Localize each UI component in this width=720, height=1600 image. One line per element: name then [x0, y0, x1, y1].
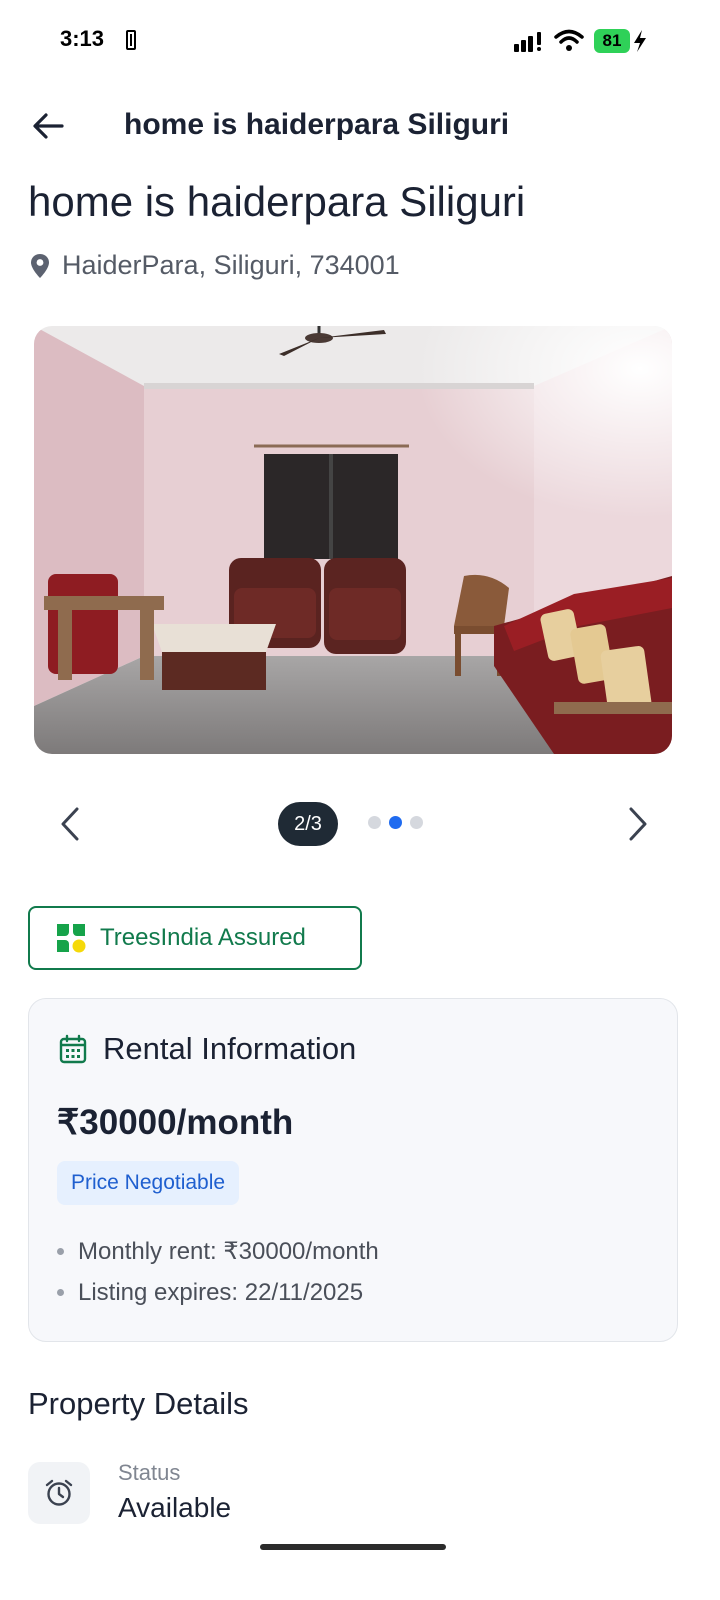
bullet [57, 1248, 64, 1255]
next-image-button[interactable] [618, 802, 658, 846]
living-room-image [34, 326, 672, 754]
rent-price: ₹30000/month [57, 1103, 294, 1142]
price-negotiable-badge: Price Negotiable [57, 1161, 240, 1205]
status-value: Available [118, 1492, 232, 1523]
listing-location: HaiderPara, Siliguri, 734001 [30, 250, 400, 281]
treesindia-assured-badge: TreesIndia Assured [28, 906, 362, 970]
previous-image-button[interactable] [50, 802, 90, 846]
list-item: Monthly rent: ₹30000/month [57, 1231, 379, 1272]
carousel-dot-1[interactable] [368, 816, 381, 829]
wifi-icon [554, 29, 584, 51]
carousel-dots [368, 816, 423, 829]
property-details-title: Property Details [28, 1386, 249, 1421]
chevron-right-icon [629, 807, 647, 841]
back-button[interactable] [28, 106, 68, 146]
status-bar: 3:13 81 [0, 0, 720, 80]
status-label: Status [118, 1460, 181, 1485]
carousel-dot-3[interactable] [410, 816, 423, 829]
property-photo[interactable] [34, 326, 672, 754]
battery-icon: 81 [594, 29, 630, 53]
status-detail-row: Status Available [28, 1460, 231, 1524]
carousel-dot-2[interactable] [389, 816, 402, 829]
rental-header: Rental Information [59, 1031, 356, 1067]
monthly-rent-text: Monthly rent: ₹30000/month [78, 1238, 379, 1265]
battery-saver-icon [126, 30, 136, 50]
status-icon-container [28, 1462, 90, 1524]
rental-information-card: Rental Information ₹30000/month Price Ne… [28, 998, 678, 1342]
home-indicator[interactable] [260, 1544, 446, 1550]
map-pin-icon [31, 253, 49, 278]
treesindia-logo-icon [57, 924, 86, 953]
listing-title: home is haiderpara Siliguri [28, 178, 526, 225]
status-texts: Status Available [118, 1460, 231, 1524]
alarm-clock-icon [45, 1479, 73, 1506]
cellular-signal-icon [514, 32, 541, 52]
location-text: HaiderPara, Siliguri, 734001 [62, 250, 400, 280]
status-time: 3:13 [60, 26, 105, 51]
header-title: home is haiderpara Siliguri [124, 108, 510, 141]
listing-expiry-text: Listing expires: 22/11/2025 [78, 1278, 364, 1306]
bullet [57, 1289, 64, 1296]
rental-details-list: Monthly rent: ₹30000/month Listing expir… [57, 1231, 379, 1313]
list-item: Listing expires: 22/11/2025 [57, 1272, 379, 1313]
chevron-left-icon [61, 807, 79, 841]
image-counter: 2/3 [278, 802, 338, 846]
assured-label: TreesIndia Assured [100, 924, 306, 951]
charging-bolt-icon [634, 30, 646, 52]
calendar-icon [59, 1034, 87, 1064]
rental-title: Rental Information [103, 1031, 357, 1066]
arrow-left-icon [33, 113, 64, 139]
